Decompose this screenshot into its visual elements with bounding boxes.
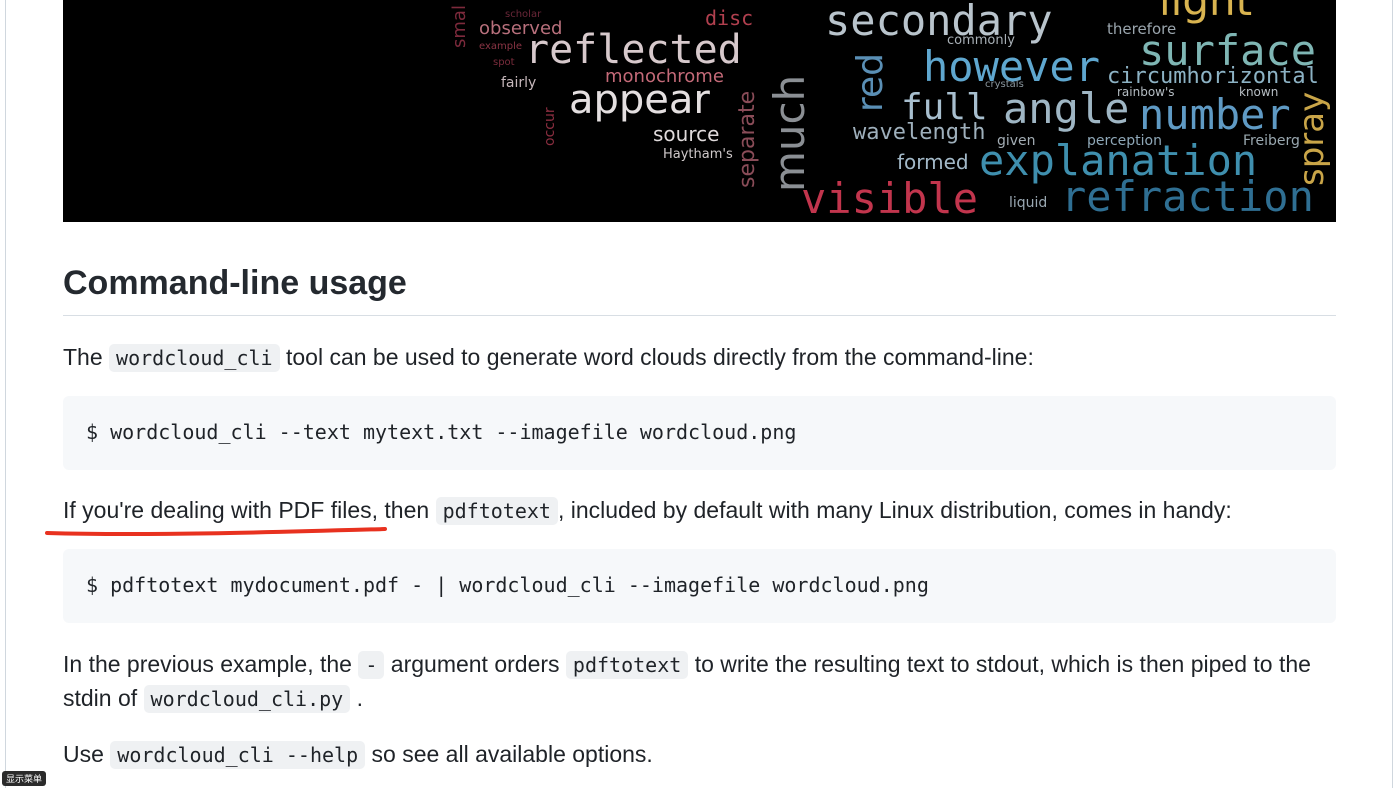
wordcloud-word: angle	[1003, 84, 1130, 133]
inline-code: -	[358, 651, 385, 679]
paragraph-text: In the previous example, the	[63, 651, 352, 677]
wordcloud-word: rainbow's	[1117, 85, 1175, 99]
heading-divider	[63, 315, 1336, 316]
wordcloud-word: example	[479, 41, 523, 52]
inline-code: pdftotext	[565, 651, 689, 679]
help-paragraph: Use wordcloud_cli --help so see all avai…	[63, 737, 653, 772]
wordcloud-image: smal scholar observed example spot refle…	[63, 0, 1336, 222]
intro-paragraph: The wordcloud_cli tool can be used to ge…	[63, 340, 1034, 375]
code-block-wordcloud-cli[interactable]: $ wordcloud_cli --text mytext.txt --imag…	[63, 396, 1336, 470]
code-block-text: $ wordcloud_cli --text mytext.txt --imag…	[86, 420, 797, 444]
wordcloud-word: secondary	[825, 0, 1053, 45]
pdf-paragraph: If you're dealing with PDF files, then p…	[63, 493, 1232, 528]
wordcloud-word: separate	[735, 90, 760, 188]
show-menu-button[interactable]: 显示菜单	[2, 771, 46, 786]
paragraph-text: The	[63, 344, 103, 370]
paragraph-text: .	[356, 685, 363, 711]
paragraph-text: to write the resulting text to stdout, w…	[694, 651, 1311, 677]
wordcloud-word: liquid	[1009, 195, 1048, 211]
inline-code: wordcloud_cli --help	[110, 741, 366, 769]
wordcloud-word: smal	[449, 5, 470, 48]
wordcloud-word: occur	[542, 107, 558, 146]
inline-code: wordcloud_cli.py	[143, 685, 351, 713]
wordcloud-word: known	[1239, 85, 1279, 99]
wordcloud-word: fairly	[501, 75, 537, 91]
page-border-left	[5, 0, 6, 788]
wordcloud-word: disc	[705, 6, 754, 30]
wordcloud-word: spray	[1292, 91, 1332, 186]
wordcloud-word: appear	[569, 77, 710, 123]
wordcloud-word: light	[1159, 0, 1253, 25]
paragraph-text: stdin of	[63, 685, 138, 711]
explanation-paragraph-line2: stdin of wordcloud_cli.py .	[63, 681, 363, 716]
wordcloud-word: commonly	[947, 33, 1015, 48]
explanation-paragraph: In the previous example, the - argument …	[63, 647, 1311, 682]
wordcloud-word: formed	[897, 150, 969, 174]
paragraph-text: If you're dealing with PDF files, then	[63, 497, 430, 523]
wordcloud-word: perception	[1087, 133, 1162, 149]
wordcloud-word: visible	[801, 174, 979, 222]
page-border-right	[1392, 0, 1393, 788]
wordcloud-word: reflected	[525, 27, 742, 73]
inline-code: wordcloud_cli	[109, 344, 280, 372]
code-block-pdftotext[interactable]: $ pdftotext mydocument.pdf - | wordcloud…	[63, 549, 1336, 623]
section-heading: Command-line usage	[63, 264, 407, 302]
wordcloud-word: given	[997, 133, 1036, 149]
wordcloud-word: red	[850, 52, 891, 112]
paragraph-text: so see all available options.	[371, 741, 653, 767]
wordcloud-word: wavelength	[853, 120, 986, 145]
paragraph-text: , included by default with many Linux di…	[557, 497, 1232, 523]
code-block-text: $ pdftotext mydocument.pdf - | wordcloud…	[86, 573, 929, 597]
wordcloud-word: refraction	[1061, 172, 1314, 221]
inline-code: pdftotext	[435, 497, 558, 525]
wordcloud-word: number	[1139, 90, 1291, 139]
show-menu-label: 显示菜单	[5, 775, 42, 785]
paragraph-text: tool can be used to generate word clouds…	[285, 344, 1034, 370]
paragraph-text: argument orders	[390, 651, 560, 677]
wordcloud-word: spot	[493, 57, 515, 68]
wordcloud-word: source	[653, 122, 720, 146]
wordcloud-word: Haytham's	[663, 147, 733, 162]
wordcloud-word: crystals	[985, 79, 1024, 90]
paragraph-text: Use	[63, 741, 104, 767]
